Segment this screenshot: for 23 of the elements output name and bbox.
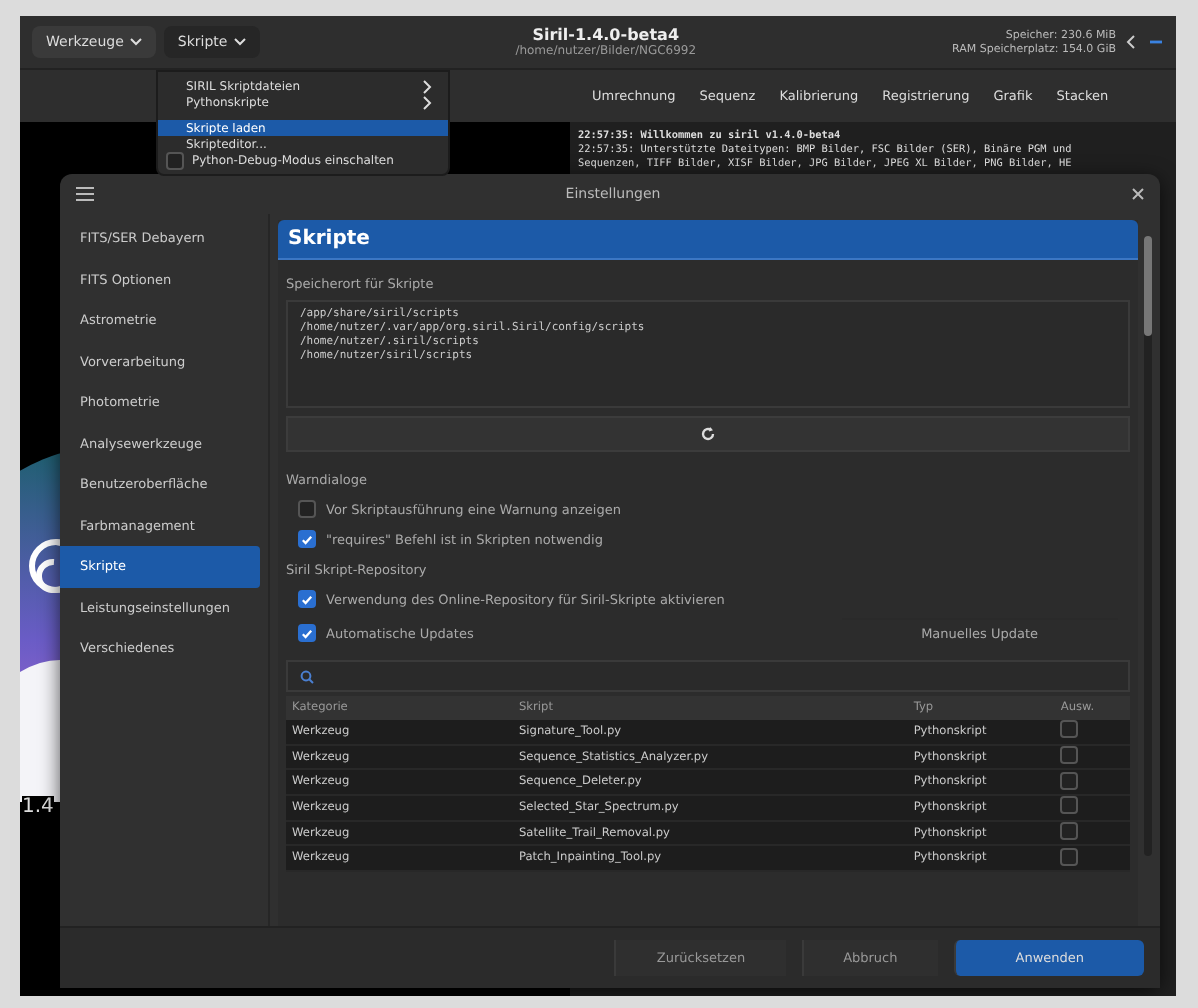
close-icon[interactable]	[1132, 188, 1144, 200]
checkbox[interactable]	[1060, 771, 1079, 790]
checkbox[interactable]	[1060, 720, 1079, 739]
search-icon	[300, 669, 314, 683]
checkbox[interactable]	[1060, 796, 1079, 815]
checkbox[interactable]	[1060, 847, 1079, 866]
refresh-icon	[700, 426, 716, 442]
version-text: 1.4	[22, 796, 54, 818]
checkbox[interactable]	[298, 590, 316, 608]
checkbox[interactable]	[166, 151, 184, 169]
section-heading: Skripte	[278, 220, 1138, 260]
checkbox[interactable]	[298, 500, 316, 518]
back-icon[interactable]	[1124, 34, 1140, 50]
checkbox[interactable]	[1060, 822, 1079, 841]
search-field[interactable]	[286, 660, 1130, 692]
checkbox[interactable]	[298, 624, 316, 642]
caret-icon	[233, 38, 246, 46]
caret-icon	[129, 38, 142, 46]
scrollbar-thumb[interactable]	[1144, 236, 1152, 336]
checkbox[interactable]	[1060, 746, 1079, 765]
window-title: Siril-1.4.0-beta4	[532, 26, 680, 44]
checkbox[interactable]	[298, 530, 316, 548]
menu-icon[interactable]	[76, 186, 94, 202]
